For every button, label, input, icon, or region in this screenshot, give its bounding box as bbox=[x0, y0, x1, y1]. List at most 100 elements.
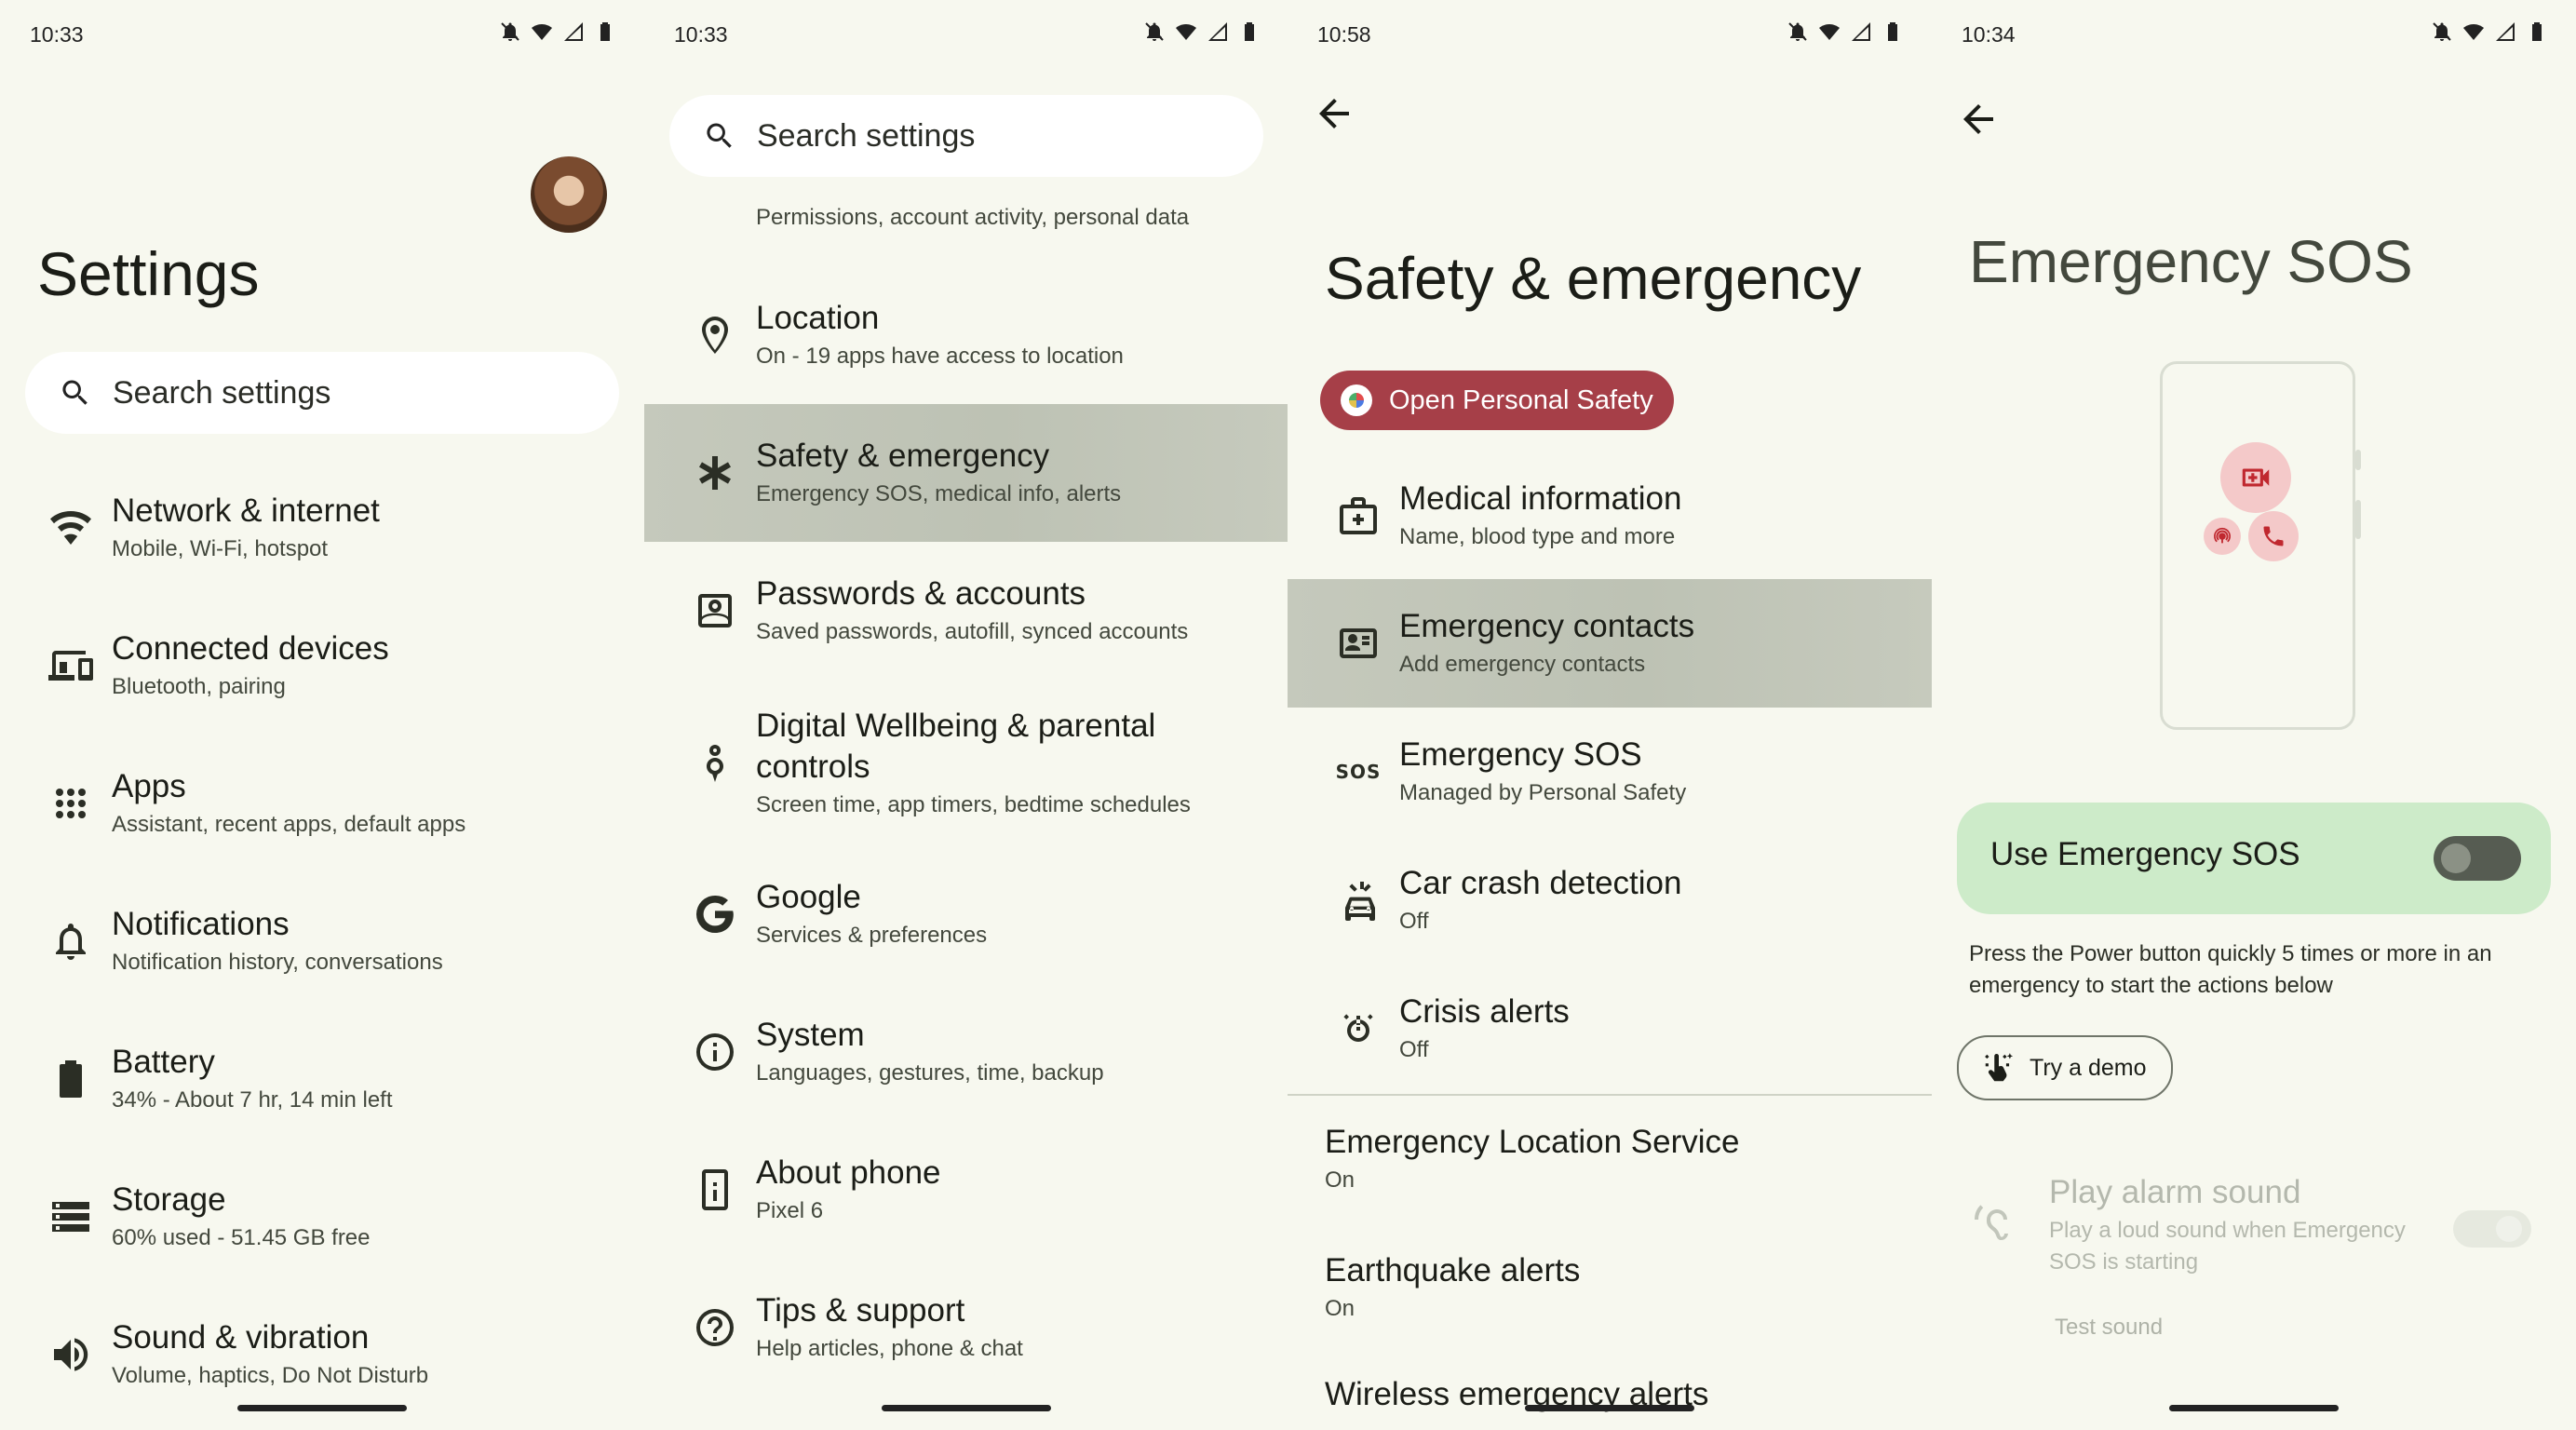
alarm-sound-icon bbox=[1969, 1203, 2014, 1248]
safety-item-medical-info[interactable]: Medical information Name, blood type and … bbox=[1288, 451, 1932, 581]
use-emergency-sos-toggle[interactable] bbox=[2434, 836, 2521, 881]
item-subtitle: Help articles, phone & chat bbox=[756, 1336, 1023, 1361]
test-sound-button: Test sound bbox=[2055, 1315, 2164, 1340]
search-input[interactable]: Search settings bbox=[25, 352, 619, 434]
battery-status-icon bbox=[2532, 22, 2542, 41]
back-arrow-icon[interactable] bbox=[1956, 97, 2001, 142]
search-input[interactable]: Search settings bbox=[669, 95, 1263, 177]
item-subtitle: Off bbox=[1399, 909, 1429, 934]
item-title: Network & internet bbox=[112, 492, 380, 529]
search-placeholder: Search settings bbox=[113, 374, 331, 411]
emergency-sos-description: Press the Power button quickly 5 times o… bbox=[1969, 941, 2492, 998]
play-alarm-subtitle: Play a loud sound when Emergency SOS is … bbox=[2049, 1218, 2406, 1275]
emergency-sos-screen: 10:34 Emergency SOS Use Emergency SOS Pr… bbox=[1932, 0, 2576, 1430]
status-time: 10:33 bbox=[674, 22, 728, 47]
safety-item-car-crash-detection[interactable]: Car crash detection Off bbox=[1288, 836, 1932, 965]
item-subtitle: Pixel 6 bbox=[756, 1198, 824, 1223]
safety-item-emergency-sos[interactable]: SOS Emergency SOS Managed by Personal Saf… bbox=[1288, 708, 1932, 836]
safety-item-earthquake-alerts[interactable]: Earthquake alerts On bbox=[1288, 1223, 1932, 1352]
item-title: Crisis alerts bbox=[1399, 993, 1570, 1030]
open-personal-safety-label: Open Personal Safety bbox=[1389, 384, 1653, 415]
status-time: 10:33 bbox=[30, 22, 84, 47]
page-title: Settings bbox=[37, 239, 260, 308]
play-alarm-toggle bbox=[2453, 1210, 2531, 1248]
item-title: Battery bbox=[112, 1044, 215, 1080]
call-icon bbox=[2248, 511, 2299, 561]
touch-gesture-icon bbox=[1985, 1053, 2014, 1082]
safety-item-emergency-location-service[interactable]: Emergency Location Service On bbox=[1288, 1095, 1932, 1223]
use-emergency-sos-card[interactable]: Use Emergency SOS bbox=[1957, 803, 2551, 914]
item-subtitle: Services & preferences bbox=[756, 923, 988, 948]
settings-list-screen: 10:33 Search settings Permissions, accou… bbox=[644, 0, 1288, 1430]
item-title-line1: Digital Wellbeing & parental bbox=[756, 708, 1156, 744]
open-personal-safety-button[interactable]: Open Personal Safety bbox=[1320, 371, 1674, 430]
item-title: Earthquake alerts bbox=[1325, 1252, 1581, 1288]
battery-icon bbox=[48, 1057, 93, 1101]
item-title: Safety & emergency bbox=[756, 438, 1050, 474]
item-title: About phone bbox=[756, 1154, 941, 1191]
item-subtitle: On bbox=[1325, 1296, 1355, 1321]
gesture-bar[interactable] bbox=[2169, 1405, 2339, 1411]
item-title: Storage bbox=[112, 1181, 226, 1218]
settings-item-google[interactable]: Google Services & preferences bbox=[644, 845, 1288, 983]
item-subtitle: On - 19 apps have access to location bbox=[756, 344, 1124, 369]
settings-item-connected-devices[interactable]: Connected devices Bluetooth, pairing bbox=[0, 597, 644, 735]
apps-grid-icon bbox=[48, 781, 93, 826]
medical-kit-icon bbox=[1336, 493, 1381, 538]
safety-emergency-screen: 10:58 Safety & emergency Open Personal S… bbox=[1288, 0, 1932, 1430]
item-title: Location bbox=[756, 300, 880, 336]
item-subtitle: Saved passwords, autofill, synced accoun… bbox=[756, 619, 1189, 644]
status-bar: 10:33 bbox=[30, 20, 616, 48]
settings-item-network[interactable]: Network & internet Mobile, Wi-Fi, hotspot bbox=[0, 459, 644, 597]
item-subtitle: Off bbox=[1399, 1037, 1429, 1062]
location-pin-icon bbox=[693, 313, 737, 358]
wifi-status-icon bbox=[1176, 24, 1196, 40]
settings-item-location[interactable]: Location On - 19 apps have access to loca… bbox=[644, 266, 1288, 404]
item-title: Emergency Location Service bbox=[1325, 1124, 1740, 1160]
account-box-icon bbox=[693, 588, 737, 633]
item-subtitle: Emergency SOS, medical info, alerts bbox=[756, 481, 1122, 506]
search-placeholder: Search settings bbox=[757, 117, 976, 154]
wellbeing-icon bbox=[693, 741, 737, 786]
play-alarm-title: Play alarm sound bbox=[2049, 1174, 2301, 1210]
battery-status-icon bbox=[1888, 22, 1897, 41]
settings-item-sound[interactable]: Sound & vibration Volume, haptics, Do Not… bbox=[0, 1286, 644, 1423]
signal-icon bbox=[2496, 22, 2515, 41]
settings-item-battery[interactable]: Battery 34% - About 7 hr, 14 min left bbox=[0, 1010, 644, 1148]
gesture-bar[interactable] bbox=[237, 1405, 407, 1411]
settings-item-system[interactable]: System Languages, gestures, time, backup bbox=[644, 983, 1288, 1121]
settings-item-storage[interactable]: Storage 60% used - 51.45 GB free bbox=[0, 1148, 644, 1286]
settings-item-notifications[interactable]: Notifications Notification history, conve… bbox=[0, 872, 644, 1010]
gesture-bar[interactable] bbox=[882, 1405, 1051, 1411]
search-icon bbox=[707, 123, 732, 148]
back-arrow-icon[interactable] bbox=[1312, 91, 1356, 136]
privacy-item-subtitle[interactable]: Permissions, account activity, personal … bbox=[756, 205, 1189, 231]
item-title: Emergency SOS bbox=[1399, 736, 1642, 773]
item-subtitle: Notification history, conversations bbox=[112, 950, 443, 975]
avatar[interactable] bbox=[531, 156, 607, 233]
settings-item-apps[interactable]: Apps Assistant, recent apps, default apps bbox=[0, 735, 644, 872]
settings-item-tips-support[interactable]: Tips & support Help articles, phone & cha… bbox=[644, 1259, 1288, 1396]
signal-icon bbox=[1208, 22, 1227, 41]
wifi-icon bbox=[48, 506, 93, 550]
personal-safety-logo-icon bbox=[1341, 384, 1372, 416]
settings-item-about-phone[interactable]: About phone Pixel 6 bbox=[644, 1121, 1288, 1259]
item-subtitle: Add emergency contacts bbox=[1399, 652, 1646, 677]
gesture-bar[interactable] bbox=[1525, 1405, 1694, 1411]
status-bar: 10:34 bbox=[1962, 20, 2548, 48]
item-subtitle: 34% - About 7 hr, 14 min left bbox=[112, 1087, 393, 1113]
settings-item-safety-emergency[interactable]: Safety & emergency Emergency SOS, medical… bbox=[644, 404, 1288, 542]
google-g-icon bbox=[693, 892, 737, 937]
item-subtitle: Managed by Personal Safety bbox=[1399, 780, 1687, 805]
devices-icon bbox=[48, 643, 93, 688]
settings-item-digital-wellbeing[interactable]: Digital Wellbeing & parental controls Scre… bbox=[644, 685, 1288, 842]
info-icon bbox=[693, 1030, 737, 1074]
item-title: System bbox=[756, 1017, 865, 1053]
speaker-icon bbox=[48, 1332, 93, 1377]
settings-item-passwords[interactable]: Passwords & accounts Saved passwords, aut… bbox=[644, 542, 1288, 680]
item-subtitle: Screen time, app timers, bedtime schedul… bbox=[756, 792, 1191, 817]
try-demo-button[interactable]: Try a demo bbox=[1957, 1035, 2173, 1100]
safety-item-emergency-contacts[interactable]: Emergency contacts Add emergency contacts bbox=[1288, 579, 1932, 708]
signal-icon bbox=[1852, 22, 1870, 41]
safety-item-crisis-alerts[interactable]: Crisis alerts Off bbox=[1288, 965, 1932, 1093]
